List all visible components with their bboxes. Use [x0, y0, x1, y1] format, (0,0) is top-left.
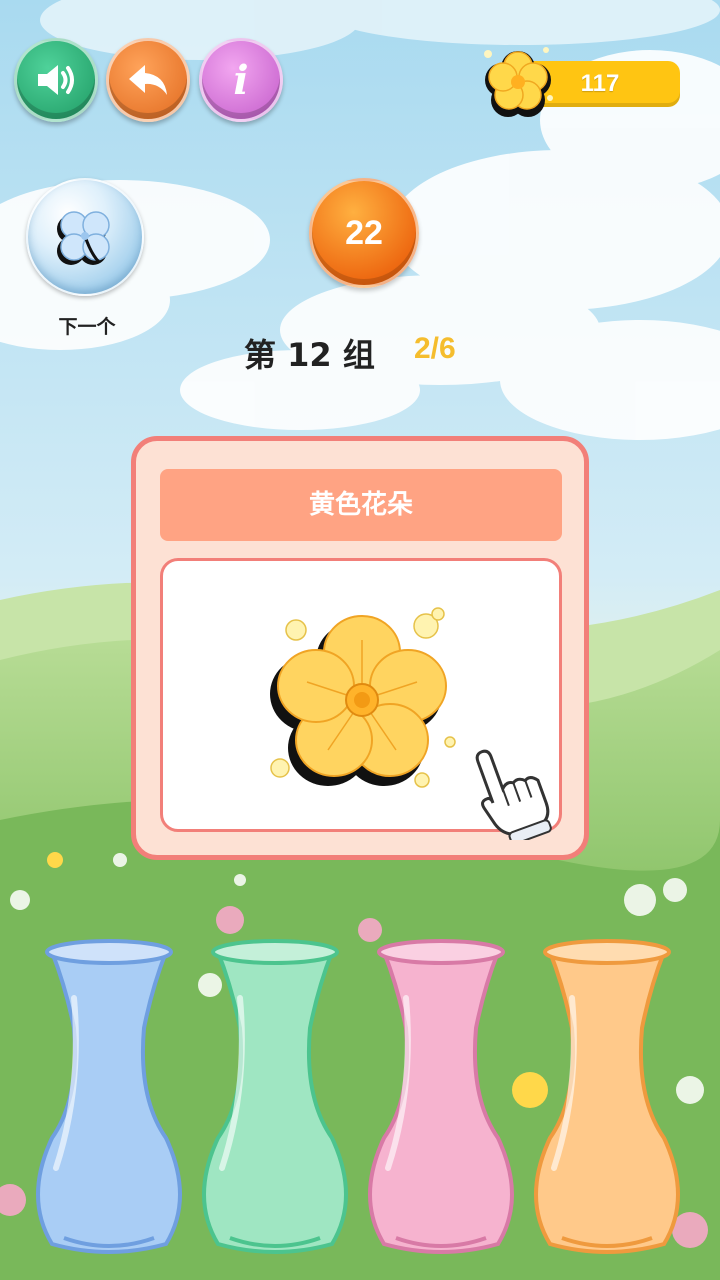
yellow-flower-icon [484, 47, 553, 117]
countdown-timer: 22 [309, 178, 419, 288]
sound-button[interactable] [14, 38, 98, 122]
blue-clover-icon [57, 211, 110, 265]
vase-orange[interactable] [532, 938, 682, 1260]
group-title: 第 12 组 [244, 336, 375, 374]
undo-arrow-icon [129, 65, 167, 95]
vase-green[interactable] [200, 938, 350, 1260]
vase-blue[interactable] [34, 938, 184, 1260]
next-label: 下一个 [58, 316, 116, 338]
vase-pink[interactable] [366, 938, 516, 1260]
yellow-flower-icon[interactable] [262, 604, 462, 804]
next-flower-bubble[interactable] [26, 178, 144, 296]
card-title: 黄色花朵 [160, 469, 562, 541]
speaker-icon [38, 65, 74, 95]
undo-button[interactable] [106, 38, 190, 122]
info-icon: i [233, 56, 249, 104]
pointing-hand-icon [475, 749, 552, 840]
group-progress: 2/6 [414, 332, 456, 365]
info-button[interactable]: i [199, 38, 283, 122]
